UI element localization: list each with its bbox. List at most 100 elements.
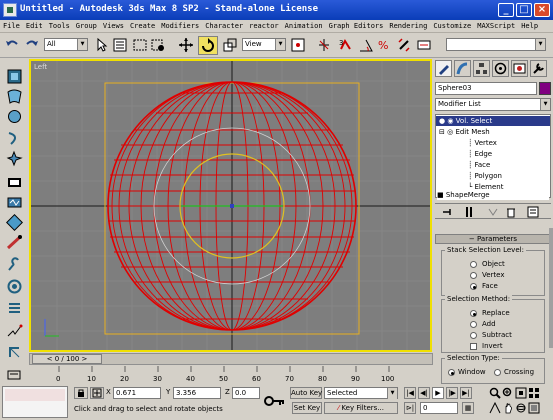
zoom-extents-icon[interactable] [515, 387, 527, 399]
percent-snap-icon[interactable]: % [376, 37, 392, 53]
current-frame-field[interactable]: 0 [420, 402, 458, 414]
go-to-end-button[interactable]: ▶| [460, 387, 472, 399]
maxscript-listener[interactable] [2, 386, 68, 418]
radio-window[interactable] [448, 369, 455, 376]
set-key-button[interactable]: Set Key [292, 402, 322, 414]
absolute-mode-button[interactable] [90, 387, 104, 399]
water-icon[interactable] [6, 322, 23, 339]
wind-icon[interactable] [6, 256, 23, 273]
menu-help[interactable]: Help [518, 20, 541, 32]
object-name-field[interactable]: Sphere03 [435, 82, 537, 95]
named-selection-dropdown[interactable]: ▼ [446, 38, 546, 51]
viewport-left[interactable]: Left [29, 59, 432, 352]
plane-icon[interactable] [6, 174, 23, 191]
stack-item-edit-mesh[interactable]: ⊟ ◎ Edit Mesh [439, 127, 490, 137]
stack-sub-vertex[interactable]: ┊ Vertex [468, 138, 497, 148]
menu-modifiers[interactable]: Modifiers [158, 20, 202, 32]
snaps-toggle-icon[interactable]: 3 [338, 37, 354, 53]
undo-icon[interactable] [4, 37, 20, 53]
tab-motion[interactable] [492, 60, 509, 77]
redo-icon[interactable] [24, 37, 40, 53]
y-coord-field[interactable]: 3.356 [173, 387, 221, 399]
time-configuration-button[interactable]: ▦ [462, 402, 474, 414]
tab-utilities[interactable] [530, 60, 547, 77]
stack-sub-edge[interactable]: ┊ Edge [468, 149, 492, 159]
time-slider[interactable]: < 0 / 100 > [29, 353, 433, 365]
zoom-extents-all-icon[interactable] [528, 387, 540, 399]
menu-graph-editors[interactable]: Graph Editors [326, 20, 387, 32]
radio-vertex[interactable] [470, 272, 477, 279]
zoom-all-icon[interactable] [502, 387, 514, 399]
stack-item-shape-merge[interactable]: ■ ShapeMerge [437, 190, 549, 200]
close-button[interactable]: × [534, 3, 550, 17]
radio-add[interactable] [470, 321, 477, 328]
zoom-icon[interactable] [489, 387, 501, 399]
tab-hierarchy[interactable] [473, 60, 490, 77]
rigid-body-collection-icon[interactable] [6, 68, 23, 85]
app-icon[interactable] [3, 3, 17, 17]
make-unique-icon[interactable] [487, 206, 499, 218]
rect-selection-icon[interactable] [132, 37, 148, 53]
menu-rendering[interactable]: Rendering [386, 20, 430, 32]
toy-car-icon[interactable] [6, 278, 23, 295]
stack-sub-face[interactable]: ┊ Face [468, 160, 490, 170]
menu-file[interactable]: File [0, 20, 23, 32]
command-panel-scrollbar[interactable] [549, 228, 553, 348]
move-icon[interactable] [178, 37, 194, 53]
deforming-mesh-icon[interactable] [6, 150, 23, 167]
show-end-result-icon[interactable] [463, 206, 475, 218]
radio-crossing[interactable] [494, 369, 501, 376]
key-filters-button[interactable]: ⁄ Key Filters... [324, 402, 398, 414]
maximize-viewport-icon[interactable] [528, 402, 540, 414]
z-coord-field[interactable]: 0.0 [232, 387, 260, 399]
cloth-collection-icon[interactable] [6, 88, 23, 105]
lock-selection-button[interactable] [74, 387, 88, 399]
minimize-button[interactable]: _ [498, 3, 514, 17]
soft-body-collection-icon[interactable] [6, 108, 23, 125]
menu-edit[interactable]: Edit [23, 20, 46, 32]
stack-sub-polygon[interactable]: ┊ Polygon [468, 171, 502, 181]
x-coord-field[interactable]: 0.671 [113, 387, 161, 399]
time-slider-thumb[interactable]: < 0 / 100 > [32, 354, 102, 364]
parameters-rollout-header[interactable]: − Parameters [435, 234, 551, 244]
object-color-swatch[interactable] [539, 82, 551, 95]
previous-frame-button[interactable]: ◀| [418, 387, 430, 399]
radio-subtract[interactable] [470, 332, 477, 339]
constraint-solver-icon[interactable] [6, 344, 23, 361]
menu-reactor[interactable]: reactor [246, 20, 282, 32]
maximize-button[interactable]: □ [516, 3, 532, 17]
select-by-name-icon[interactable] [112, 37, 128, 53]
radio-object[interactable] [470, 261, 477, 268]
angle-snap-icon[interactable] [358, 37, 374, 53]
select-manipulate-icon[interactable] [316, 37, 332, 53]
rotate-button[interactable] [198, 36, 218, 55]
fracture-icon[interactable] [6, 300, 23, 317]
menu-animation[interactable]: Animation [282, 20, 326, 32]
next-frame-button[interactable]: |▶ [446, 387, 458, 399]
track-bar-toggle[interactable] [0, 366, 28, 384]
tab-display[interactable] [511, 60, 528, 77]
dashpot-icon[interactable] [6, 214, 23, 231]
go-to-start-button[interactable]: |◀ [404, 387, 416, 399]
pin-stack-icon[interactable] [441, 206, 453, 218]
key-mode-dropdown[interactable]: Selected ▼ [324, 387, 398, 399]
play-button[interactable]: ▶ [432, 387, 444, 399]
modifier-list-dropdown[interactable]: Modifier List ▼ [435, 98, 551, 111]
spinner-snap-icon[interactable] [396, 37, 412, 53]
auto-key-button[interactable]: Auto Key [290, 387, 322, 399]
maxscript-mini-listener-top[interactable] [5, 389, 65, 401]
configure-sets-icon[interactable] [527, 206, 539, 218]
pivot-center-icon[interactable] [290, 37, 306, 53]
selection-filter-dropdown[interactable]: All ▼ [44, 38, 88, 51]
field-of-view-icon[interactable] [489, 402, 501, 414]
key-mode-toggle[interactable]: ⊳| [404, 402, 416, 414]
radio-replace[interactable] [470, 310, 477, 317]
stack-item-vol-select[interactable]: ● ◉ Vol. Select [436, 116, 550, 126]
pan-icon[interactable] [502, 402, 514, 414]
spring-icon[interactable] [6, 194, 23, 211]
menu-customize[interactable]: Customize [430, 20, 474, 32]
menu-create[interactable]: Create [127, 20, 158, 32]
invert-checkbox[interactable] [470, 343, 477, 350]
window-crossing-icon[interactable] [150, 37, 166, 53]
tab-modify[interactable] [454, 60, 471, 77]
